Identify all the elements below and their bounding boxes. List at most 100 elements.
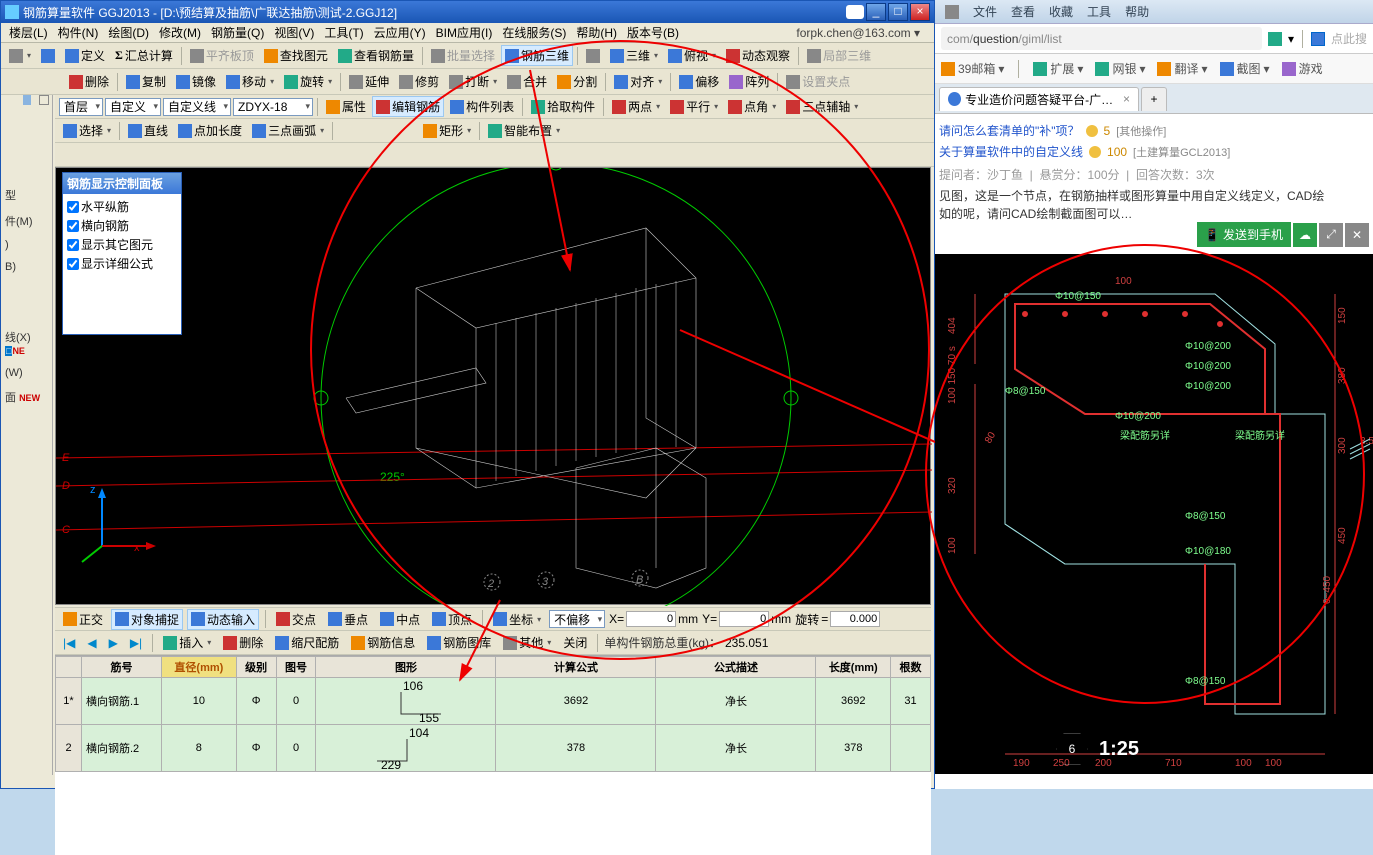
rotate-button[interactable]: 旋转 [280, 71, 336, 92]
select-tool-button[interactable]: 选择 [59, 120, 115, 141]
category-combo[interactable]: 自定义 [105, 98, 161, 116]
align-button[interactable]: 对齐 [610, 71, 666, 92]
three-aux-button[interactable]: 三点辅轴 [782, 96, 862, 117]
col-code[interactable]: 图号 [276, 657, 316, 678]
shape-cell[interactable]: 104229 [316, 725, 496, 772]
dock-item-7[interactable]: 面 NEW [3, 387, 52, 407]
br-menu-fav[interactable]: 收藏 [1049, 3, 1073, 20]
browser-tab[interactable]: 专业造价问题答疑平台-广联达 × [939, 87, 1139, 111]
split-button[interactable]: 分割 [553, 71, 601, 92]
nav-last[interactable]: ▶| [126, 634, 146, 652]
menu-version[interactable]: 版本号(B) [623, 23, 683, 42]
col-len[interactable]: 长度(mm) [816, 657, 891, 678]
shape-cell[interactable]: 106155 [316, 678, 496, 725]
flat-top-button[interactable]: 平齐板顶 [186, 45, 258, 66]
close-panel-button[interactable]: 关闭 [559, 632, 591, 653]
point-angle-button[interactable]: 点角 [724, 96, 780, 117]
col-grade[interactable]: 级别 [236, 657, 276, 678]
rebar-3d-button[interactable]: 钢筋三维 [501, 45, 573, 66]
nav-first[interactable]: |◀ [59, 634, 79, 652]
dyninput-toggle[interactable]: 动态输入 [187, 609, 259, 630]
cloud-icon[interactable] [945, 5, 959, 19]
ext-game[interactable]: 游戏 [1282, 60, 1323, 77]
search-engine-icon[interactable] [1311, 32, 1325, 46]
user-account[interactable]: forpk.chen@163.com ▾ [792, 25, 924, 41]
merge-button[interactable]: 合并 [503, 71, 551, 92]
coord-mode[interactable]: 坐标 [489, 609, 545, 630]
menu-draw[interactable]: 绘图(D) [104, 23, 153, 42]
insert-row-button[interactable]: 插入 [159, 632, 215, 653]
rotate-input[interactable] [830, 611, 880, 627]
trim-button[interactable]: 修剪 [395, 71, 443, 92]
subcat-combo[interactable]: 自定义线 [163, 98, 231, 116]
menu-element[interactable]: 构件(N) [54, 23, 103, 42]
titlebar-badge-icon[interactable] [846, 5, 864, 19]
table-row[interactable]: 2 横向钢筋.2 8 Φ 0 104229 378 净长 378 [56, 725, 931, 772]
close-panel-icon[interactable]: ✕ [1345, 223, 1369, 247]
dock-handle-icon[interactable] [23, 95, 31, 105]
perp-toggle[interactable]: 垂点 [324, 609, 372, 630]
copy-button[interactable]: 复制 [122, 71, 170, 92]
col-name[interactable]: 筋号 [82, 657, 162, 678]
cad-drawing[interactable]: 404 100 150 70 s 80 320 100 190 250 200 … [935, 254, 1373, 774]
view-prev-button[interactable] [582, 47, 604, 65]
menu-cloud[interactable]: 云应用(Y) [370, 23, 430, 42]
browser-page[interactable]: 请问怎么套清单的"补"项？ 5 [其他操作] 关于算量软件中的自定义线 100 … [935, 114, 1373, 789]
ext-bank[interactable]: 网银▾ [1095, 60, 1145, 77]
menu-bim[interactable]: BIM应用(I) [432, 23, 497, 42]
maximize-button[interactable]: □ [888, 3, 908, 21]
cloud-save-icon[interactable]: ☁ [1293, 223, 1317, 247]
scale-rebar-button[interactable]: 缩尺配筋 [271, 632, 343, 653]
close-button[interactable]: × [910, 3, 930, 21]
check-rebar-button[interactable]: 查看钢筋量 [334, 45, 418, 66]
array-button[interactable]: 阵列 [725, 71, 773, 92]
search-placeholder[interactable]: 点此搜 [1331, 30, 1367, 47]
dock-item-2[interactable]: 件(M) [3, 211, 52, 231]
ortho-toggle[interactable]: 正交 [59, 609, 107, 630]
menu-tools[interactable]: 工具(T) [320, 23, 367, 42]
menu-help[interactable]: 帮助(H) [572, 23, 621, 42]
break-button[interactable]: 打断 [445, 71, 501, 92]
move-button[interactable]: 移动 [222, 71, 278, 92]
new-tab-button[interactable]: + [1141, 87, 1167, 111]
col-dia[interactable]: 直径(mm) [162, 657, 237, 678]
tab-close-icon[interactable]: × [1123, 92, 1130, 106]
floor-combo[interactable]: 首层 [59, 98, 103, 116]
rebar-info-button[interactable]: 钢筋信息 [347, 632, 419, 653]
ext-extend[interactable]: 扩展▾ [1033, 60, 1083, 77]
local-3d-button[interactable]: 局部三维 [803, 45, 875, 66]
address-bar[interactable]: com/question/giml/list [941, 27, 1262, 50]
viewport-3d[interactable]: 钢筋显示控制面板 水平纵筋 横向钢筋 显示其它图元 显示详细公式 E D C z… [55, 167, 931, 605]
menu-modify[interactable]: 修改(M) [155, 23, 205, 42]
br-menu-view[interactable]: 查看 [1011, 3, 1035, 20]
find-elem-button[interactable]: 查找图元 [260, 45, 332, 66]
property-button[interactable]: 属性 [322, 96, 370, 117]
ext-translate[interactable]: 翻译▾ [1157, 60, 1207, 77]
menu-view[interactable]: 视图(V) [270, 23, 318, 42]
end-toggle[interactable]: 顶点 [428, 609, 476, 630]
dock-item-1[interactable]: 型 [3, 185, 52, 205]
br-menu-file[interactable]: 文件 [973, 3, 997, 20]
col-shape[interactable]: 图形 [316, 657, 496, 678]
br-menu-tools[interactable]: 工具 [1087, 3, 1111, 20]
grid-button[interactable] [37, 47, 59, 65]
bird-button[interactable]: 俯视 [664, 45, 720, 66]
threeD-button[interactable]: 三维 [606, 45, 662, 66]
ext-screenshot[interactable]: 截图▾ [1220, 60, 1270, 77]
rebar-table[interactable]: 筋号 直径(mm) 级别 图号 图形 计算公式 公式描述 长度(mm) 根数 1… [55, 655, 931, 855]
edit-rebar-button[interactable]: 编辑钢筋 [372, 96, 444, 117]
ext-mail[interactable]: 39邮箱▾ [941, 60, 1004, 77]
minimize-button[interactable]: _ [866, 3, 886, 21]
line-tool-button[interactable]: 直线 [124, 120, 172, 141]
dock-item-6[interactable]: (W) [3, 365, 52, 381]
dock-pin-icon[interactable] [39, 95, 49, 105]
delete-row-button[interactable]: 删除 [219, 632, 267, 653]
snap-toggle[interactable]: 对象捕捉 [111, 609, 183, 630]
mirror-button[interactable]: 镜像 [172, 71, 220, 92]
qa-item-1[interactable]: 请问怎么套清单的"补"项？ 5 [其他操作] [939, 120, 1369, 141]
cross-toggle[interactable]: 交点 [272, 609, 320, 630]
element-combo[interactable]: ZDYX-18 [233, 98, 313, 116]
nav-prev[interactable]: ◀ [83, 634, 100, 652]
smart-layout-button[interactable]: 智能布置 [484, 120, 564, 141]
titlebar[interactable]: 钢筋算量软件 GGJ2013 - [D:\预结算及抽筋\广联达抽筋\测试-2.G… [1, 1, 934, 23]
